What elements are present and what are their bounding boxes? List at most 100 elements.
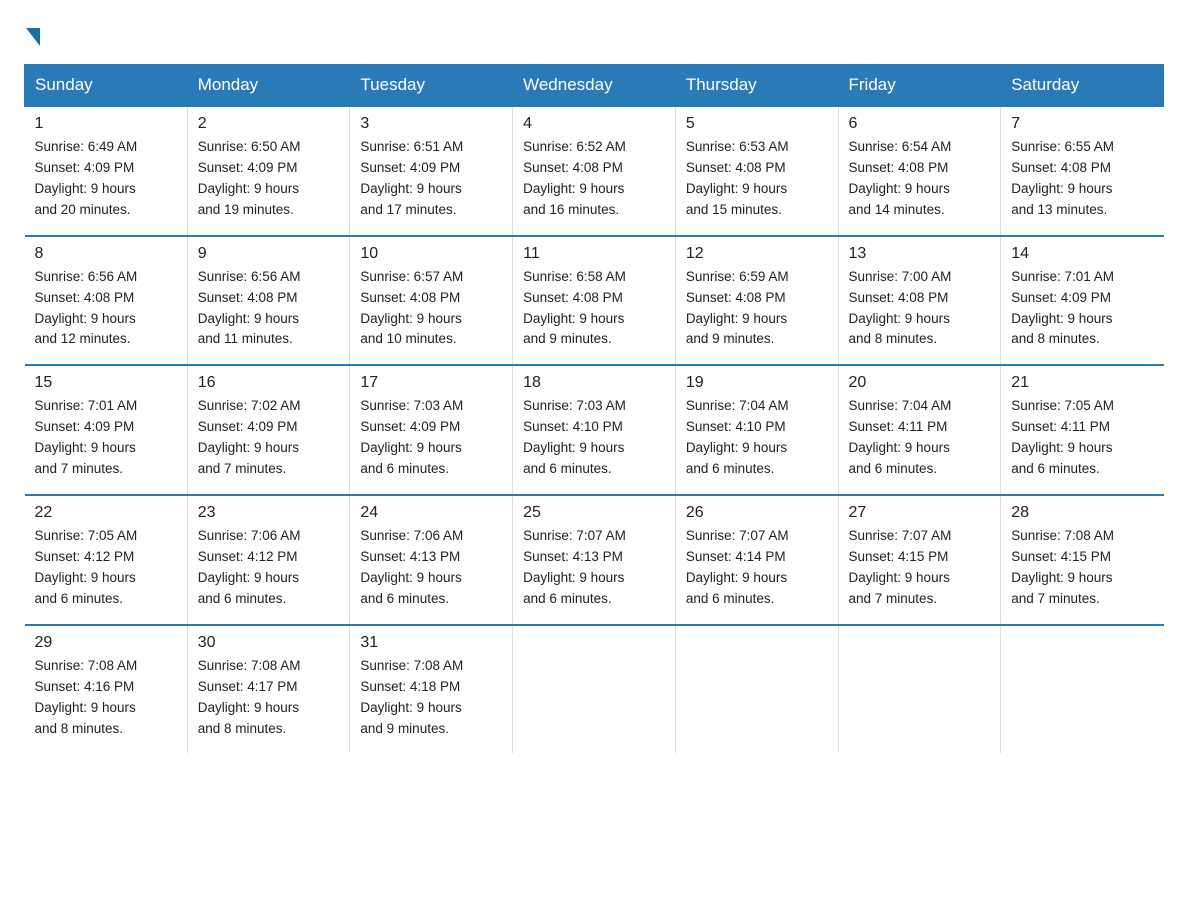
calendar-cell: 15 Sunrise: 7:01 AMSunset: 4:09 PMDayligh… (25, 365, 188, 495)
day-info: Sunrise: 6:53 AMSunset: 4:08 PMDaylight:… (686, 137, 828, 221)
day-info: Sunrise: 6:55 AMSunset: 4:08 PMDaylight:… (1011, 137, 1153, 221)
day-number: 7 (1011, 115, 1153, 133)
day-number: 22 (35, 504, 177, 522)
day-info: Sunrise: 7:07 AMSunset: 4:14 PMDaylight:… (686, 526, 828, 610)
calendar-cell: 23 Sunrise: 7:06 AMSunset: 4:12 PMDayligh… (187, 495, 350, 625)
calendar-cell: 12 Sunrise: 6:59 AMSunset: 4:08 PMDayligh… (675, 236, 838, 366)
day-number: 19 (686, 374, 828, 392)
day-number: 14 (1011, 245, 1153, 263)
calendar-cell: 11 Sunrise: 6:58 AMSunset: 4:08 PMDayligh… (513, 236, 676, 366)
day-info: Sunrise: 7:07 AMSunset: 4:15 PMDaylight:… (849, 526, 991, 610)
day-info: Sunrise: 6:59 AMSunset: 4:08 PMDaylight:… (686, 267, 828, 351)
day-number: 27 (849, 504, 991, 522)
calendar-header-row: SundayMondayTuesdayWednesdayThursdayFrid… (25, 65, 1164, 107)
day-number: 17 (360, 374, 502, 392)
calendar-cell (675, 625, 838, 754)
calendar-cell (838, 625, 1001, 754)
day-info: Sunrise: 7:01 AMSunset: 4:09 PMDaylight:… (35, 396, 177, 480)
day-number: 26 (686, 504, 828, 522)
calendar-cell: 27 Sunrise: 7:07 AMSunset: 4:15 PMDayligh… (838, 495, 1001, 625)
calendar-cell: 14 Sunrise: 7:01 AMSunset: 4:09 PMDayligh… (1001, 236, 1164, 366)
week-row-5: 29 Sunrise: 7:08 AMSunset: 4:16 PMDayligh… (25, 625, 1164, 754)
week-row-1: 1 Sunrise: 6:49 AMSunset: 4:09 PMDaylight… (25, 106, 1164, 236)
week-row-3: 15 Sunrise: 7:01 AMSunset: 4:09 PMDayligh… (25, 365, 1164, 495)
calendar-cell: 29 Sunrise: 7:08 AMSunset: 4:16 PMDayligh… (25, 625, 188, 754)
calendar-cell: 21 Sunrise: 7:05 AMSunset: 4:11 PMDayligh… (1001, 365, 1164, 495)
calendar-cell: 10 Sunrise: 6:57 AMSunset: 4:08 PMDayligh… (350, 236, 513, 366)
calendar-cell: 24 Sunrise: 7:06 AMSunset: 4:13 PMDayligh… (350, 495, 513, 625)
day-number: 11 (523, 245, 665, 263)
day-info: Sunrise: 6:57 AMSunset: 4:08 PMDaylight:… (360, 267, 502, 351)
calendar-cell (513, 625, 676, 754)
calendar-cell: 25 Sunrise: 7:07 AMSunset: 4:13 PMDayligh… (513, 495, 676, 625)
calendar-cell: 5 Sunrise: 6:53 AMSunset: 4:08 PMDaylight… (675, 106, 838, 236)
day-number: 12 (686, 245, 828, 263)
day-number: 1 (35, 115, 177, 133)
day-number: 23 (198, 504, 340, 522)
day-number: 20 (849, 374, 991, 392)
day-info: Sunrise: 7:06 AMSunset: 4:12 PMDaylight:… (198, 526, 340, 610)
day-number: 25 (523, 504, 665, 522)
header-wednesday: Wednesday (513, 65, 676, 107)
day-info: Sunrise: 7:08 AMSunset: 4:18 PMDaylight:… (360, 656, 502, 740)
calendar-cell: 4 Sunrise: 6:52 AMSunset: 4:08 PMDaylight… (513, 106, 676, 236)
calendar-cell (1001, 625, 1164, 754)
calendar-cell: 19Sunrise: 7:04 AMSunset: 4:10 PMDayligh… (675, 365, 838, 495)
calendar-cell: 22 Sunrise: 7:05 AMSunset: 4:12 PMDayligh… (25, 495, 188, 625)
logo (24, 24, 40, 44)
day-info: Sunrise: 7:07 AMSunset: 4:13 PMDaylight:… (523, 526, 665, 610)
calendar-cell: 13Sunrise: 7:00 AMSunset: 4:08 PMDayligh… (838, 236, 1001, 366)
calendar-cell: 6Sunrise: 6:54 AMSunset: 4:08 PMDaylight… (838, 106, 1001, 236)
week-row-2: 8Sunrise: 6:56 AMSunset: 4:08 PMDaylight… (25, 236, 1164, 366)
calendar-cell: 30Sunrise: 7:08 AMSunset: 4:17 PMDayligh… (187, 625, 350, 754)
calendar-cell: 18 Sunrise: 7:03 AMSunset: 4:10 PMDayligh… (513, 365, 676, 495)
day-info: Sunrise: 7:03 AMSunset: 4:09 PMDaylight:… (360, 396, 502, 480)
day-info: Sunrise: 6:49 AMSunset: 4:09 PMDaylight:… (35, 137, 177, 221)
day-info: Sunrise: 7:03 AMSunset: 4:10 PMDaylight:… (523, 396, 665, 480)
day-number: 10 (360, 245, 502, 263)
calendar-cell: 3Sunrise: 6:51 AMSunset: 4:09 PMDaylight… (350, 106, 513, 236)
day-info: Sunrise: 6:58 AMSunset: 4:08 PMDaylight:… (523, 267, 665, 351)
day-number: 28 (1011, 504, 1153, 522)
day-number: 31 (360, 634, 502, 652)
calendar-cell: 20 Sunrise: 7:04 AMSunset: 4:11 PMDayligh… (838, 365, 1001, 495)
day-info: Sunrise: 6:56 AMSunset: 4:08 PMDaylight:… (198, 267, 340, 351)
day-number: 24 (360, 504, 502, 522)
day-info: Sunrise: 7:01 AMSunset: 4:09 PMDaylight:… (1011, 267, 1153, 351)
day-info: Sunrise: 7:05 AMSunset: 4:11 PMDaylight:… (1011, 396, 1153, 480)
day-info: Sunrise: 7:06 AMSunset: 4:13 PMDaylight:… (360, 526, 502, 610)
day-number: 21 (1011, 374, 1153, 392)
calendar-cell: 7 Sunrise: 6:55 AMSunset: 4:08 PMDaylight… (1001, 106, 1164, 236)
header-tuesday: Tuesday (350, 65, 513, 107)
calendar-cell: 2Sunrise: 6:50 AMSunset: 4:09 PMDaylight… (187, 106, 350, 236)
day-number: 16 (198, 374, 340, 392)
day-info: Sunrise: 7:00 AMSunset: 4:08 PMDaylight:… (849, 267, 991, 351)
day-number: 29 (35, 634, 177, 652)
calendar-table: SundayMondayTuesdayWednesdayThursdayFrid… (24, 64, 1164, 753)
day-info: Sunrise: 7:04 AMSunset: 4:11 PMDaylight:… (849, 396, 991, 480)
calendar-cell: 9 Sunrise: 6:56 AMSunset: 4:08 PMDaylight… (187, 236, 350, 366)
day-number: 18 (523, 374, 665, 392)
day-info: Sunrise: 7:05 AMSunset: 4:12 PMDaylight:… (35, 526, 177, 610)
calendar-cell: 31 Sunrise: 7:08 AMSunset: 4:18 PMDayligh… (350, 625, 513, 754)
calendar-cell: 8Sunrise: 6:56 AMSunset: 4:08 PMDaylight… (25, 236, 188, 366)
week-row-4: 22 Sunrise: 7:05 AMSunset: 4:12 PMDayligh… (25, 495, 1164, 625)
day-number: 4 (523, 115, 665, 133)
day-info: Sunrise: 6:51 AMSunset: 4:09 PMDaylight:… (360, 137, 502, 221)
day-info: Sunrise: 6:54 AMSunset: 4:08 PMDaylight:… (849, 137, 991, 221)
day-info: Sunrise: 7:08 AMSunset: 4:16 PMDaylight:… (35, 656, 177, 740)
logo-arrow-icon (26, 28, 40, 46)
day-number: 15 (35, 374, 177, 392)
header-thursday: Thursday (675, 65, 838, 107)
calendar-cell: 16Sunrise: 7:02 AMSunset: 4:09 PMDayligh… (187, 365, 350, 495)
header-friday: Friday (838, 65, 1001, 107)
day-number: 9 (198, 245, 340, 263)
header-sunday: Sunday (25, 65, 188, 107)
day-info: Sunrise: 6:52 AMSunset: 4:08 PMDaylight:… (523, 137, 665, 221)
day-info: Sunrise: 6:50 AMSunset: 4:09 PMDaylight:… (198, 137, 340, 221)
day-number: 5 (686, 115, 828, 133)
day-info: Sunrise: 7:08 AMSunset: 4:17 PMDaylight:… (198, 656, 340, 740)
day-info: Sunrise: 6:56 AMSunset: 4:08 PMDaylight:… (35, 267, 177, 351)
calendar-cell: 17 Sunrise: 7:03 AMSunset: 4:09 PMDayligh… (350, 365, 513, 495)
header-saturday: Saturday (1001, 65, 1164, 107)
